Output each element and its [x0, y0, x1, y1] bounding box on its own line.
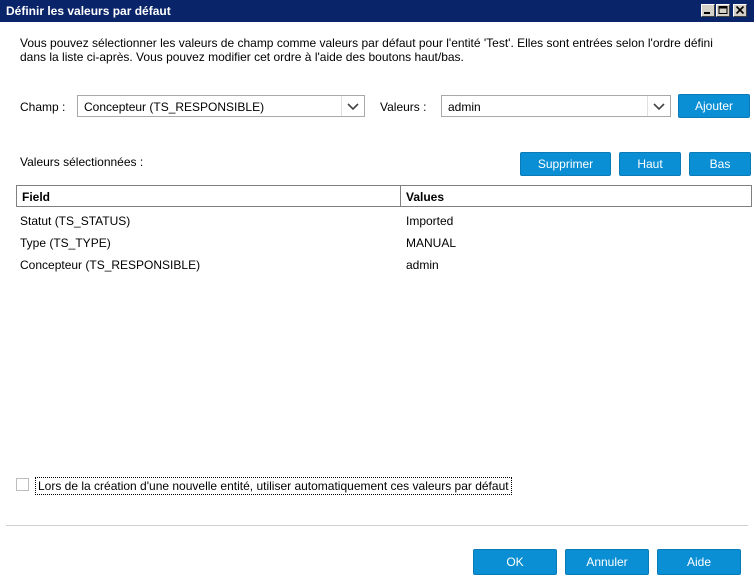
chevron-down-icon[interactable] [647, 96, 670, 116]
row-field: Statut (TS_STATUS) [20, 214, 131, 228]
field-combobox-value: Concepteur (TS_RESPONSIBLE) [84, 100, 265, 114]
up-button[interactable]: Haut [619, 152, 681, 176]
auto-apply-label[interactable]: Lors de la création d'une nouvelle entit… [35, 477, 512, 495]
row-value: admin [406, 258, 439, 272]
table-row[interactable]: Statut (TS_STATUS) Imported [16, 211, 752, 233]
values-combobox[interactable]: admin [441, 95, 671, 117]
title-bar: Définir les valeurs par défaut [0, 0, 754, 22]
field-label: Champ : [20, 100, 66, 114]
values-label: Valeurs : [380, 100, 427, 114]
remove-button[interactable]: Supprimer [520, 152, 611, 176]
down-button[interactable]: Bas [689, 152, 751, 176]
table-row[interactable]: Concepteur (TS_RESPONSIBLE) admin [16, 255, 752, 277]
window-title: Définir les valeurs par défaut [6, 4, 171, 18]
chevron-down-icon[interactable] [341, 96, 364, 116]
selected-values-label: Valeurs sélectionnées : [20, 155, 144, 169]
row-field: Type (TS_TYPE) [20, 236, 111, 250]
maximize-icon[interactable] [716, 4, 730, 17]
ok-button[interactable]: OK [473, 549, 557, 575]
cancel-button[interactable]: Annuler [565, 549, 649, 575]
minimize-icon[interactable] [701, 4, 715, 17]
add-button[interactable]: Ajouter [678, 94, 750, 118]
row-value: MANUAL [406, 236, 457, 250]
column-header-values[interactable]: Values [400, 185, 752, 207]
column-header-field[interactable]: Field [16, 185, 401, 207]
selected-values-table[interactable]: Field Values Statut (TS_STATUS) Imported… [16, 185, 752, 455]
table-row[interactable]: Type (TS_TYPE) MANUAL [16, 233, 752, 255]
help-button[interactable]: Aide [657, 549, 741, 575]
values-combobox-value: admin [448, 100, 481, 114]
field-combobox[interactable]: Concepteur (TS_RESPONSIBLE) [77, 95, 365, 117]
footer-divider [6, 525, 748, 526]
row-field: Concepteur (TS_RESPONSIBLE) [20, 258, 201, 272]
auto-apply-checkbox[interactable] [16, 478, 29, 491]
row-value: Imported [406, 214, 454, 228]
intro-text: Vous pouvez sélectionner les valeurs de … [20, 36, 713, 64]
close-icon[interactable] [733, 4, 747, 17]
